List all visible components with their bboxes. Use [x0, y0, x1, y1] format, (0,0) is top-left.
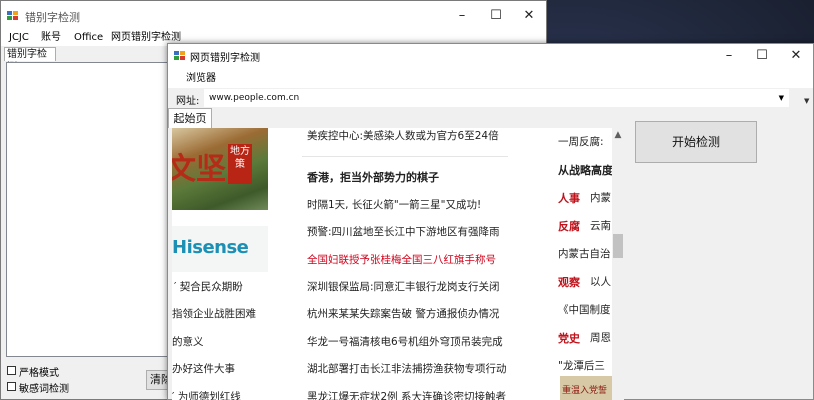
tab-typo-check[interactable]: 错别字检测 [4, 47, 56, 73]
list-item[interactable]: 以人 [590, 274, 611, 289]
app-icon [7, 11, 18, 20]
maximize-button[interactable]: ☐ [479, 1, 513, 30]
url-label: 网址: [176, 96, 200, 107]
list-item[interactable]: 华龙一号福清核电6号机组外穹顶吊装完成 [307, 334, 503, 349]
url-value: www.people.com.cn [209, 93, 300, 103]
list-item[interactable]: 的意义 [172, 334, 204, 349]
maximize-button[interactable]: ☐ [745, 44, 779, 68]
title-bar: 错别字检测 – ☐ ✕ [1, 1, 546, 30]
category-tag[interactable]: 观察 [558, 274, 580, 290]
strict-mode-checkbox[interactable] [7, 366, 16, 375]
list-item[interactable]: 黑龙江爆无症状2例 系大连确诊密切接触者 [307, 389, 506, 400]
hisense-logo[interactable]: Hisense [172, 226, 268, 272]
category-tag[interactable]: 人事 [558, 190, 580, 206]
start-detect-button[interactable]: 开始检测 [635, 121, 757, 163]
list-item[interactable]: 湖北部署打击长江非法捕捞渔获物专项行动 [307, 361, 507, 376]
thumbnail-image[interactable]: 重温入党誓 [560, 376, 612, 400]
list-item[interactable]: 办好这件大事 [172, 361, 235, 376]
title-bar: 网页错别字检测 – ☐ ✕ [168, 44, 813, 68]
sensitive-words-checkbox[interactable] [7, 382, 16, 391]
web-browser-view[interactable]: 文坚 地方策 Hisense ′ 契合民众期盼 指领企业战胜困难 的意义 办好这… [172, 128, 624, 400]
scrollbar-thumb[interactable] [613, 234, 623, 258]
list-item[interactable]: ′ 契合民众期盼 [174, 279, 243, 294]
list-item[interactable]: 指领企业战胜困难 [172, 306, 256, 321]
menu-jcjc[interactable]: JCJC [9, 30, 29, 46]
close-button[interactable]: ✕ [512, 1, 546, 30]
vertical-scrollbar[interactable]: ▲ [612, 128, 624, 400]
list-item[interactable]: 周恩 [590, 330, 611, 345]
menu-bar: 浏览器 [168, 68, 813, 88]
headline-link[interactable]: 香港，拒当外部势力的棋子 [307, 169, 439, 185]
list-item[interactable]: 一周反腐: [558, 134, 604, 149]
list-item[interactable]: 云南 [590, 218, 611, 233]
list-item[interactable]: 内蒙古自治 [558, 246, 611, 261]
list-item[interactable]: 杭州来某某失踪案告破 警方通报侦办情况 [307, 306, 499, 321]
chevron-down-icon[interactable]: ▼ [804, 97, 812, 109]
app-icon [174, 51, 185, 60]
divider [302, 156, 508, 157]
strict-mode-label: 严格模式 [19, 368, 59, 379]
list-item[interactable]: 内蒙 [590, 190, 611, 205]
logo-text: Hisense [172, 237, 249, 258]
tab-start-page[interactable]: 起始页 [168, 108, 212, 128]
sensitive-words-label: 敏感词检测 [19, 384, 69, 395]
list-item[interactable]: 全国妇联授予张桂梅全国三八红旗手称号 [307, 252, 496, 267]
category-tag[interactable]: 反腐 [558, 218, 580, 234]
category-tag[interactable]: 党史 [558, 330, 580, 346]
list-item[interactable]: ′ 为师德划红线 [172, 389, 241, 400]
minimize-button[interactable]: – [712, 44, 746, 68]
window-title: 网页错别字检测 [190, 53, 260, 64]
list-item[interactable]: 深圳银保监局:同意汇丰银行龙岗支行关闭 [307, 279, 500, 294]
web-check-window: 网页错别字检测 – ☐ ✕ 浏览器 网址: www.people.com.cn … [167, 43, 814, 400]
menu-browser[interactable]: 浏览器 [186, 71, 216, 87]
window-title: 错别字检测 [25, 11, 80, 24]
thumbnail-text: 重温入党誓 [562, 386, 608, 396]
dropdown-arrow-icon[interactable]: ▼ [779, 90, 784, 106]
menu-account[interactable]: 账号 [41, 30, 61, 46]
section-heading: 从战略高度 [558, 164, 613, 177]
list-item[interactable]: "龙潭后三 [558, 358, 605, 373]
minimize-button[interactable]: – [445, 1, 479, 30]
chevron-up-icon[interactable]: ▲ [612, 130, 624, 142]
banner-big-text: 文坚 [172, 152, 226, 187]
banner-image[interactable]: 文坚 地方策 [172, 128, 268, 210]
banner-seal: 地方策 [228, 144, 252, 184]
close-button[interactable]: ✕ [779, 44, 813, 68]
menu-office[interactable]: Office [74, 30, 103, 46]
text-input-area[interactable] [6, 62, 170, 357]
list-item[interactable]: 《中国制度 [558, 302, 611, 317]
list-item[interactable]: 预警:四川盆地至长江中下游地区有强降雨 [307, 224, 500, 239]
list-item[interactable]: 时隔1天, 长征火箭"一箭三星"又成功! [307, 197, 481, 212]
url-combobox[interactable]: www.people.com.cn ▼ [204, 89, 789, 107]
list-item[interactable]: 美疾控中心:美感染人数或为官方6至24倍 [307, 128, 499, 143]
